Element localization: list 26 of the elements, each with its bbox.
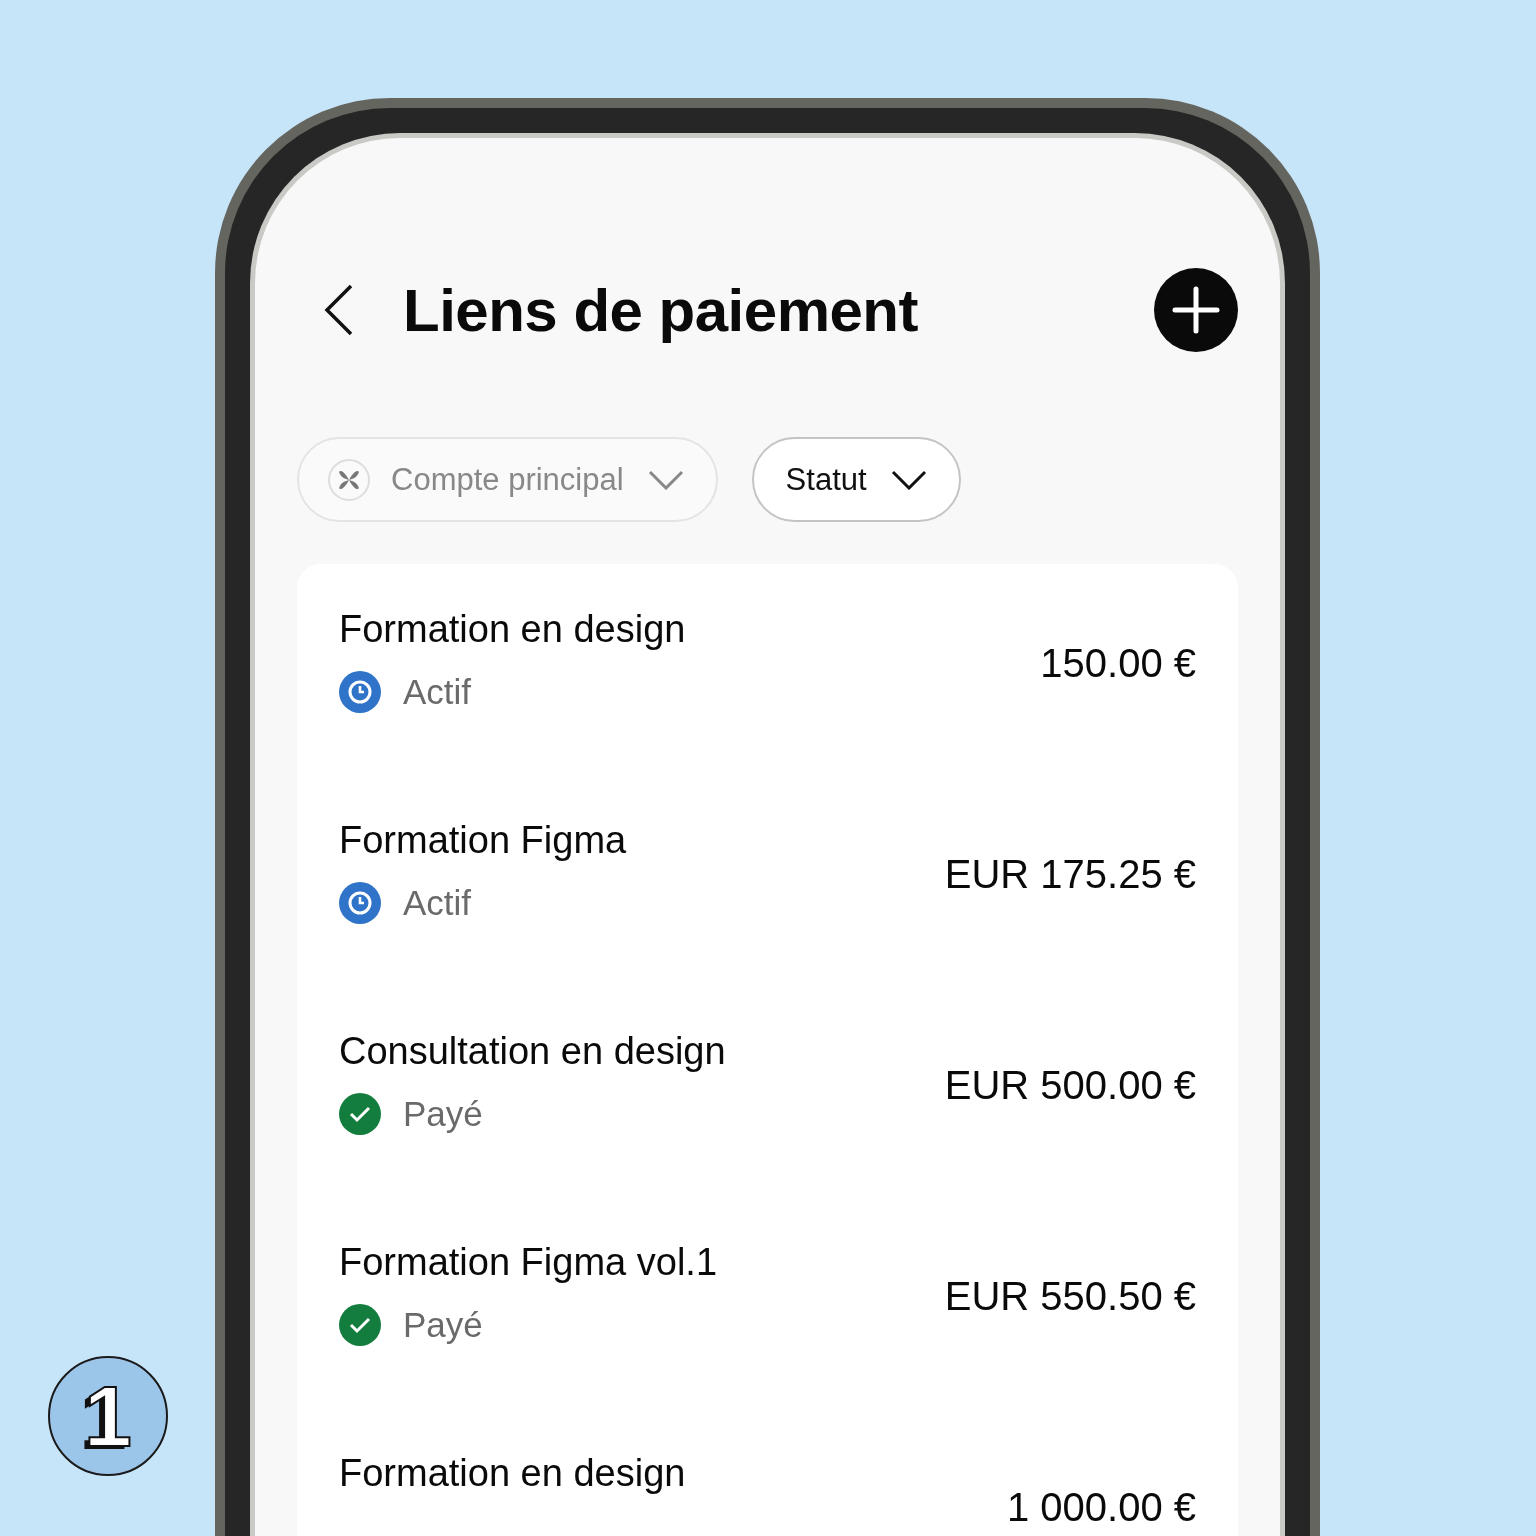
link-name[interactable]: Consultation en design [339, 1030, 726, 1073]
status-label: Payé [403, 1305, 483, 1345]
check-icon [339, 1093, 381, 1135]
amount: 1 000.00 € [1006, 1485, 1196, 1530]
check-icon [339, 1304, 381, 1346]
amount: EUR 500.00 € [944, 1063, 1196, 1108]
page-title: Liens de paiement [403, 275, 919, 345]
clock-icon [339, 882, 381, 924]
account-icon [327, 457, 371, 502]
chevron-down-icon [890, 469, 927, 490]
amount: EUR 550.50 € [944, 1274, 1196, 1319]
amount: 150.00 € [1040, 641, 1196, 686]
filter-dropdown[interactable]: Statut [751, 437, 961, 522]
chevron-down-icon [647, 469, 684, 490]
step-badge: 1 [48, 1356, 168, 1476]
amount: EUR 175.25 € [944, 852, 1196, 897]
status-label: Payé [403, 1094, 483, 1134]
status-label: Actif [403, 672, 472, 712]
link-name[interactable]: Formation en design [339, 1452, 686, 1495]
link-name[interactable]: Formation Figma vol.1 [339, 1241, 717, 1284]
link-name[interactable]: Formation en design [339, 608, 686, 651]
link-name[interactable]: Formation Figma [339, 819, 627, 862]
back-icon[interactable] [323, 284, 355, 336]
add-button[interactable] [1154, 268, 1238, 352]
status-label: Actif [403, 883, 472, 923]
clock-icon [339, 671, 381, 713]
